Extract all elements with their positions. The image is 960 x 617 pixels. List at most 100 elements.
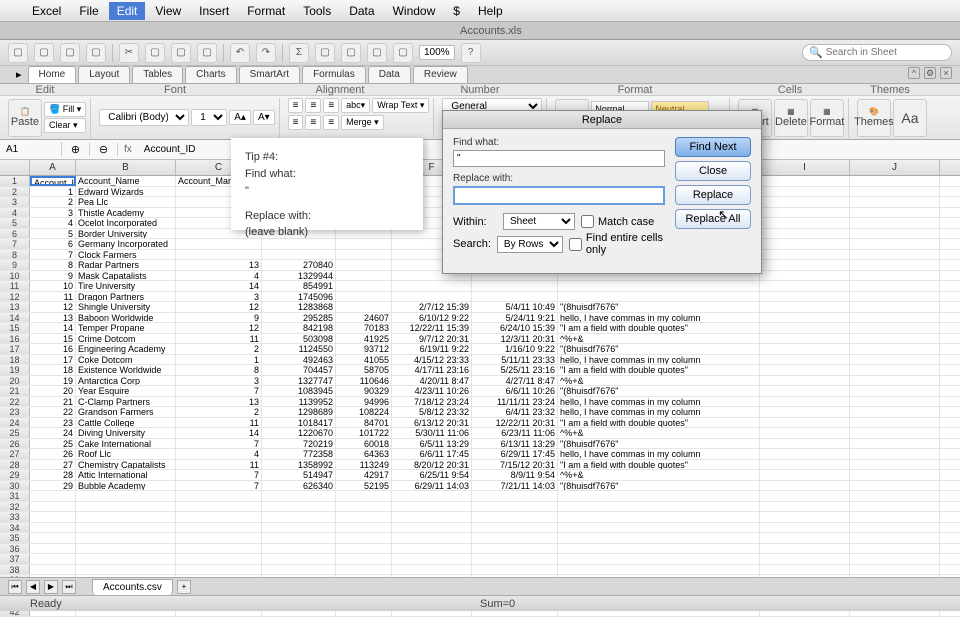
cell[interactable]: 4 — [176, 449, 262, 459]
cell[interactable] — [760, 386, 850, 396]
cell[interactable] — [558, 491, 760, 501]
cell[interactable]: 720219 — [262, 439, 336, 449]
valign-mid-icon[interactable]: ≡ — [305, 115, 321, 130]
cell[interactable] — [760, 397, 850, 407]
cell[interactable] — [850, 239, 940, 249]
cell[interactable]: 12/3/11 20:31 — [472, 334, 558, 344]
cell[interactable]: 7 — [176, 481, 262, 491]
cell[interactable] — [176, 554, 262, 564]
cell[interactable]: Existence Worldwide — [76, 365, 176, 375]
cell[interactable]: 7 — [176, 439, 262, 449]
cell[interactable] — [262, 554, 336, 564]
cell[interactable]: 7 — [176, 470, 262, 480]
cell[interactable] — [760, 491, 850, 501]
name-box[interactable]: A1 — [0, 142, 62, 157]
cell[interactable]: Chemistry Capatalists — [76, 460, 176, 470]
cell[interactable] — [760, 470, 850, 480]
cell[interactable] — [472, 502, 558, 512]
cell[interactable]: 1 — [30, 187, 76, 197]
row-header[interactable]: 27 — [0, 449, 30, 459]
cell[interactable]: 14 — [30, 323, 76, 333]
cell[interactable] — [176, 512, 262, 522]
cell[interactable] — [262, 250, 336, 260]
menu-tools[interactable]: Tools — [295, 2, 339, 20]
cell[interactable]: 25 — [30, 439, 76, 449]
cell[interactable]: "I am a field with double quotes" — [558, 418, 760, 428]
cell[interactable] — [76, 554, 176, 564]
cell[interactable]: 14 — [176, 428, 262, 438]
cell[interactable] — [336, 250, 392, 260]
themes-button[interactable]: 🎨Themes — [857, 99, 891, 137]
row-header[interactable]: 24 — [0, 418, 30, 428]
print-icon[interactable]: ▢ — [86, 43, 106, 63]
col-b[interactable]: B — [76, 160, 176, 175]
cell[interactable]: ^%+& — [558, 470, 760, 480]
cell[interactable]: 18 — [30, 365, 76, 375]
cell[interactable]: 5/30/11 11:06 — [392, 428, 472, 438]
cell[interactable]: 1298689 — [262, 407, 336, 417]
new-icon[interactable]: ▢ — [8, 43, 28, 63]
cell[interactable]: 24 — [30, 428, 76, 438]
tab-smartart[interactable]: SmartArt — [239, 66, 300, 83]
format-painter-icon[interactable]: ▢ — [197, 43, 217, 63]
cell[interactable]: 4/15/12 23:33 — [392, 355, 472, 365]
cell[interactable] — [850, 334, 940, 344]
cell[interactable] — [336, 260, 392, 270]
cell[interactable] — [850, 281, 940, 291]
cell[interactable]: 101722 — [336, 428, 392, 438]
row-header[interactable]: 21 — [0, 386, 30, 396]
cell[interactable] — [760, 260, 850, 270]
cell[interactable]: 90329 — [336, 386, 392, 396]
find-what-input[interactable] — [453, 150, 665, 167]
cell[interactable] — [558, 512, 760, 522]
cell[interactable] — [760, 407, 850, 417]
within-select[interactable]: Sheet — [503, 213, 575, 230]
cell[interactable] — [30, 533, 76, 543]
cell[interactable]: Baboon Worldwide — [76, 313, 176, 323]
cell[interactable]: 1283868 — [262, 302, 336, 312]
cell[interactable] — [76, 533, 176, 543]
cell[interactable] — [176, 544, 262, 554]
cell[interactable]: 7/21/11 14:03 — [472, 481, 558, 491]
cell[interactable]: Account_Name — [76, 176, 176, 186]
cell[interactable] — [262, 565, 336, 575]
delete-cells-button[interactable]: ▦Delete — [774, 99, 808, 137]
row-header[interactable]: 35 — [0, 533, 30, 543]
cell[interactable] — [850, 302, 940, 312]
toolbox-icon[interactable]: ▢ — [393, 43, 413, 63]
cell[interactable] — [850, 176, 940, 186]
cell[interactable]: 2 — [176, 344, 262, 354]
cell[interactable] — [850, 491, 940, 501]
collapse-icon[interactable]: ^ — [908, 67, 920, 79]
cell[interactable]: 10 — [30, 281, 76, 291]
select-all-corner[interactable] — [0, 160, 30, 175]
shrink-font-icon[interactable]: A▾ — [253, 110, 275, 125]
menu-help[interactable]: Help — [470, 2, 511, 20]
row-header[interactable]: 4 — [0, 208, 30, 218]
ribbon-toggle-icon[interactable]: ▸ — [10, 66, 28, 83]
cell[interactable] — [176, 250, 262, 260]
cell[interactable] — [336, 491, 392, 501]
cell[interactable]: 1139952 — [262, 397, 336, 407]
cell[interactable] — [850, 523, 940, 533]
row-header[interactable]: 3 — [0, 197, 30, 207]
row-header[interactable]: 34 — [0, 523, 30, 533]
cell[interactable]: 6/29/11 17:45 — [472, 449, 558, 459]
cell[interactable]: 6/6/11 17:45 — [392, 449, 472, 459]
match-case-check[interactable]: Match case — [581, 215, 654, 228]
row-header[interactable]: 29 — [0, 470, 30, 480]
cell[interactable]: Thistle Academy — [76, 208, 176, 218]
cell[interactable] — [392, 533, 472, 543]
paste-icon[interactable]: ▢ — [171, 43, 191, 63]
replace-with-input[interactable] — [453, 186, 665, 205]
row-header[interactable]: 15 — [0, 323, 30, 333]
cell[interactable] — [760, 302, 850, 312]
cell[interactable]: 3 — [30, 208, 76, 218]
entire-cells-check[interactable]: Find entire cells only — [569, 232, 665, 256]
cell[interactable]: 4/20/11 8:47 — [392, 376, 472, 386]
cell[interactable] — [760, 533, 850, 543]
cell[interactable] — [30, 565, 76, 575]
cell[interactable]: ^%+& — [558, 428, 760, 438]
cell[interactable] — [760, 439, 850, 449]
cell[interactable] — [472, 554, 558, 564]
